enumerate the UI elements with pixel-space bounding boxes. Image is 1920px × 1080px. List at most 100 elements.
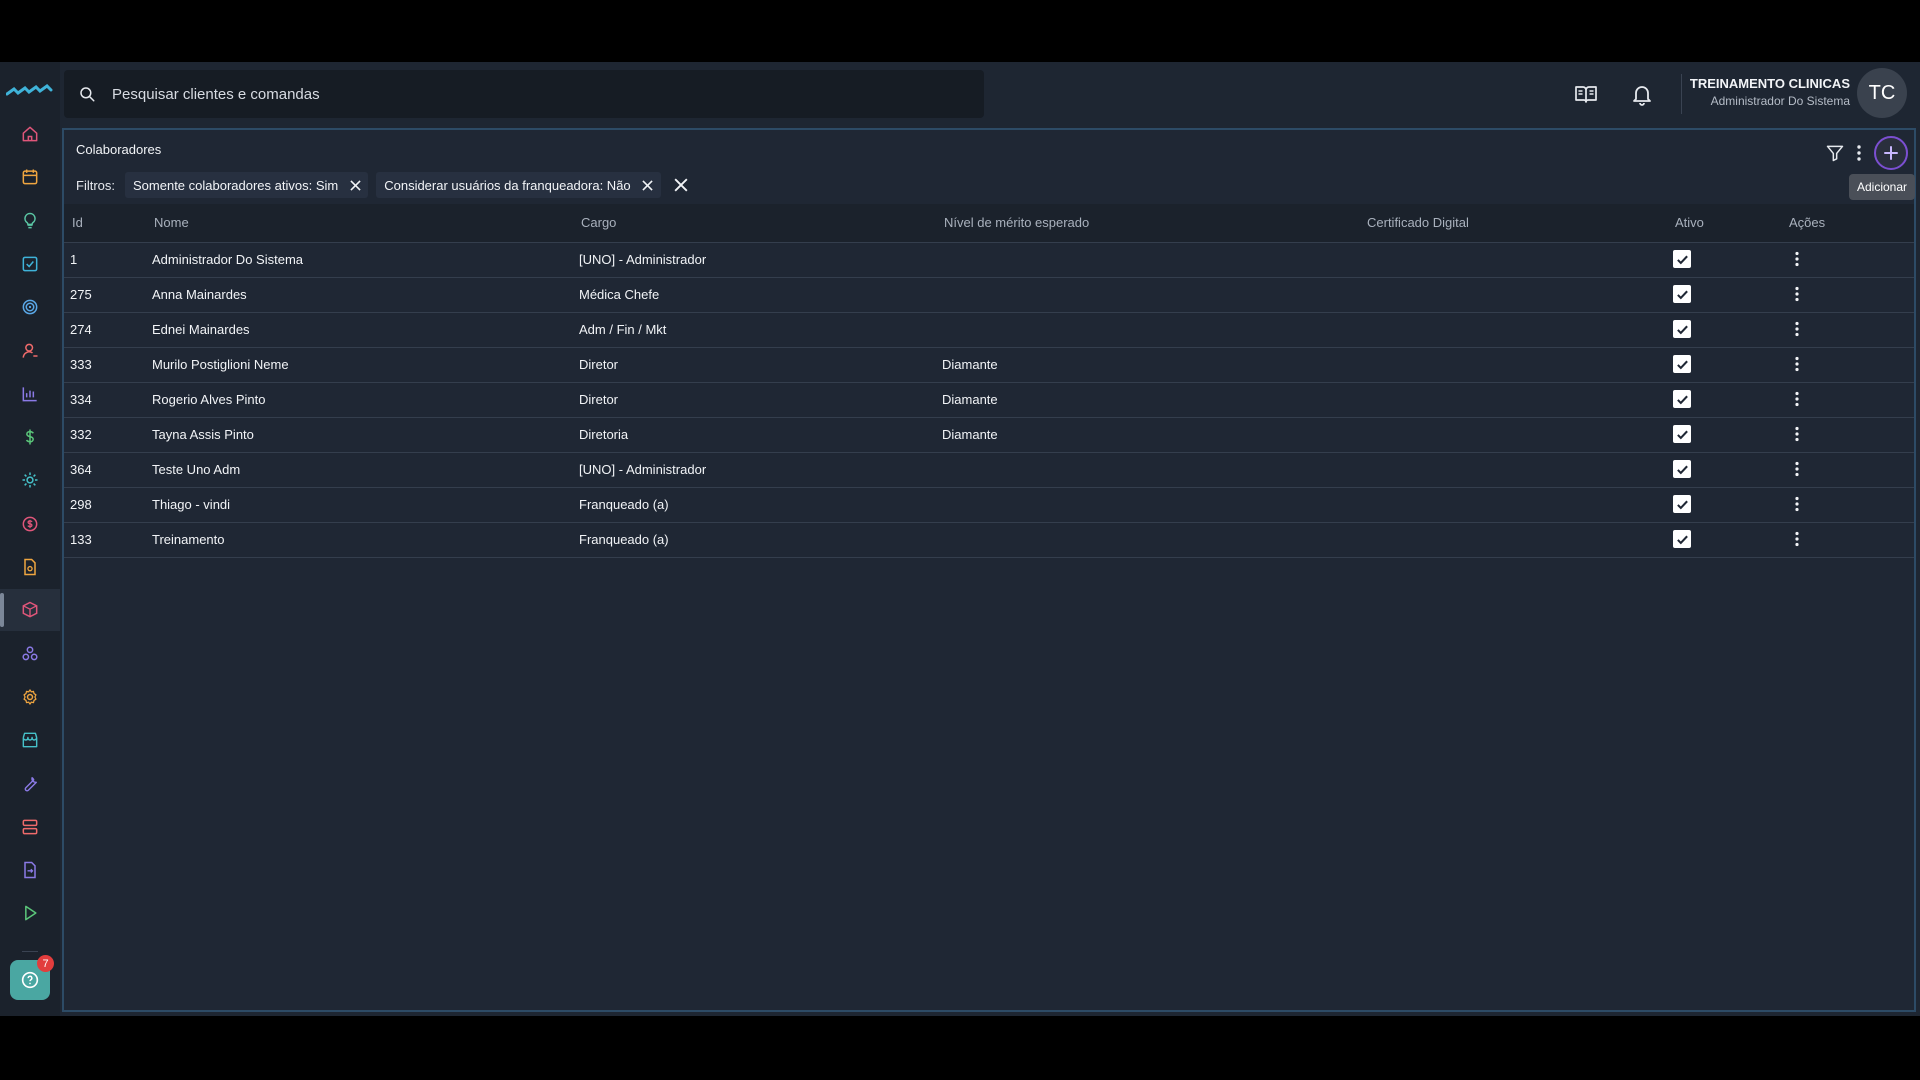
cell-id: 274 — [70, 322, 92, 337]
sidebar-item-calendar[interactable] — [0, 156, 60, 198]
search-bar[interactable] — [64, 70, 984, 118]
sidebar-item-box-gear[interactable] — [0, 589, 60, 632]
remove-filter-button[interactable] — [641, 178, 655, 192]
column-header-cargo[interactable]: Cargo — [573, 204, 936, 242]
sidebar-item-coin[interactable] — [0, 503, 60, 545]
add-collaborator-button[interactable] — [1874, 136, 1908, 170]
user-name: TREINAMENTO CLINICAS — [1689, 76, 1850, 91]
column-header-nome[interactable]: Nome — [146, 204, 573, 242]
sidebar-item-document-gear[interactable] — [0, 546, 60, 588]
table-row[interactable]: 364 Teste Uno Adm [UNO] - Administrador — [64, 452, 1914, 487]
active-checkbox[interactable] — [1673, 285, 1691, 304]
cell-acoes — [1781, 417, 1914, 452]
sidebar-item-bar-chart[interactable] — [0, 373, 60, 415]
cell-ativo — [1667, 382, 1781, 417]
cell-nivel — [936, 452, 1359, 487]
close-icon — [350, 179, 361, 191]
cell-acoes — [1781, 522, 1914, 557]
table-row[interactable]: 275 Anna Mainardes Médica Chefe — [64, 277, 1914, 312]
sidebar-item-dollar[interactable] — [0, 416, 60, 458]
check-icon — [1676, 500, 1688, 510]
active-checkbox[interactable] — [1673, 460, 1691, 479]
sidebar-item-gear[interactable] — [0, 676, 60, 718]
avatar[interactable]: TC — [1857, 68, 1907, 118]
row-actions-button[interactable] — [1787, 389, 1807, 409]
kebab-menu-icon — [1795, 461, 1799, 477]
cell-cargo: Diretoria — [579, 427, 629, 442]
clear-filters-button[interactable] — [673, 177, 689, 193]
active-checkbox[interactable] — [1673, 250, 1691, 269]
sidebar-item-user[interactable] — [0, 330, 60, 372]
cell-cargo: Adm / Fin / Mkt — [579, 322, 667, 337]
search-icon — [80, 87, 95, 102]
dollar-icon — [25, 429, 34, 445]
search-input[interactable] — [110, 84, 984, 104]
cell-nivel — [936, 312, 1359, 347]
row-actions-button[interactable] — [1787, 494, 1807, 514]
filter-button[interactable] — [1824, 142, 1846, 164]
check-icon — [1676, 255, 1688, 265]
sidebar-item-lightbulb[interactable] — [0, 200, 60, 242]
sidebar-item-target[interactable] — [0, 286, 60, 328]
cell-id: 298 — [70, 497, 92, 512]
cell-acoes — [1781, 452, 1914, 487]
active-checkbox[interactable] — [1673, 320, 1691, 339]
sidebar-item-server[interactable] — [0, 806, 60, 848]
active-filters: Filtros: Somente colaboradores ativos: S… — [64, 170, 689, 200]
column-header-acoes: Ações — [1789, 215, 1826, 231]
filter-chip-label: Somente colaboradores ativos: Sim — [133, 177, 339, 193]
cell-nome: Administrador Do Sistema — [152, 252, 303, 267]
table-row[interactable]: 334 Rogerio Alves Pinto Diretor Diamante — [64, 382, 1914, 417]
table-row[interactable]: 333 Murilo Postiglioni Neme Diretor Diamant… — [64, 347, 1914, 382]
cell-id: 275 — [70, 287, 92, 302]
column-header-id[interactable]: Id — [64, 204, 146, 242]
book-open-icon — [1575, 86, 1597, 103]
kebab-menu-icon — [1795, 426, 1799, 442]
kebab-menu-icon — [1795, 321, 1799, 337]
notifications-button[interactable] — [1628, 80, 1656, 108]
more-options-button[interactable] — [1852, 142, 1866, 164]
active-checkbox[interactable] — [1673, 425, 1691, 444]
active-checkbox[interactable] — [1673, 355, 1691, 374]
active-checkbox[interactable] — [1673, 390, 1691, 409]
sidebar-item-play[interactable] — [0, 892, 60, 934]
sidebar-item-wrench[interactable] — [0, 763, 60, 805]
table-row[interactable]: 133 Treinamento Franqueado (a) — [64, 522, 1914, 557]
check-icon — [1676, 325, 1688, 335]
user-role: Administrador Do Sistema — [1710, 94, 1850, 108]
row-actions-button[interactable] — [1787, 249, 1807, 269]
table-row[interactable]: 274 Ednei Mainardes Adm / Fin / Mkt — [64, 312, 1914, 347]
table-row[interactable]: 332 Tayna Assis Pinto Diretoria Diamante — [64, 417, 1914, 452]
column-header-ativo[interactable]: Ativo — [1667, 204, 1781, 242]
sidebar-item-checklist[interactable] — [0, 243, 60, 285]
sidebar-item-hierarchy[interactable] — [0, 633, 60, 675]
kebab-menu-icon — [1795, 356, 1799, 372]
column-header-certificado[interactable]: Certificado Digital — [1359, 204, 1667, 242]
cell-ativo — [1667, 452, 1781, 487]
row-actions-button[interactable] — [1787, 459, 1807, 479]
table-row[interactable]: 1 Administrador Do Sistema [UNO] - Adminis… — [64, 242, 1914, 277]
cell-nome: Murilo Postiglioni Neme — [152, 357, 289, 372]
topbar-divider — [1681, 74, 1682, 114]
active-checkbox[interactable] — [1673, 530, 1691, 549]
row-actions-button[interactable] — [1787, 354, 1807, 374]
table-row[interactable]: 298 Thiago - vindi Franqueado (a) — [64, 487, 1914, 522]
cell-nome: Thiago - vindi — [152, 497, 231, 512]
column-header-nivel[interactable]: Nível de mérito esperado — [936, 204, 1359, 242]
cell-nome: Anna Mainardes — [152, 287, 247, 302]
filter-icon — [1826, 145, 1844, 162]
sidebar-item-home[interactable] — [0, 113, 60, 155]
kebab-menu-icon — [1795, 251, 1799, 267]
manual-button[interactable] — [1572, 80, 1600, 108]
row-actions-button[interactable] — [1787, 529, 1807, 549]
cell-id: 133 — [70, 532, 92, 547]
row-actions-button[interactable] — [1787, 424, 1807, 444]
sidebar-item-store[interactable] — [0, 719, 60, 761]
checklist-icon — [22, 256, 38, 272]
active-checkbox[interactable] — [1673, 495, 1691, 514]
row-actions-button[interactable] — [1787, 284, 1807, 304]
sidebar-item-settings-sun[interactable] — [0, 459, 60, 501]
sidebar-item-file-transfer[interactable] — [0, 849, 60, 891]
remove-filter-button[interactable] — [348, 178, 362, 192]
row-actions-button[interactable] — [1787, 319, 1807, 339]
